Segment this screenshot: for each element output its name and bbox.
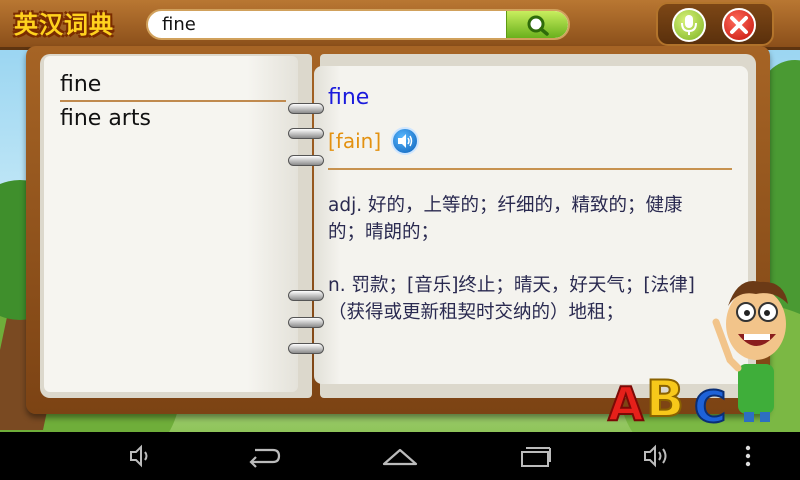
phonetic-text: [fain] [328,129,382,153]
volume-down-icon [130,444,148,468]
close-button[interactable] [722,8,756,42]
voice-search-button[interactable] [672,8,706,42]
app-screen: 英汉词典 fine fine fine arts fine [fain] adj… [0,0,800,432]
play-pronunciation-button[interactable] [391,127,420,155]
abc-letters: A B C [607,369,727,432]
search-button[interactable] [506,11,568,38]
volume-down-button[interactable] [126,442,156,470]
abc-letter-a: A [608,377,644,428]
search-box [146,9,570,40]
binder-rings [288,46,328,414]
definition-adjective: adj. 好的，上等的；纤细的，精致的；健康的；晴朗的； [328,195,683,243]
entry-divider [328,168,732,170]
word-list-page: fine fine arts [44,56,298,392]
back-icon [249,448,281,468]
overflow-menu-icon [745,445,751,467]
system-navigation-bar [0,432,800,480]
binder-ring [288,317,324,328]
home-button[interactable] [380,442,420,470]
word-list: fine fine arts [60,68,286,136]
entry-headword: fine [328,85,370,110]
speaker-icon [398,134,413,148]
dictionary-entry: fine [fain] adj. 好的，上等的；纤细的，精致的；健康的；晴朗的；… [328,80,738,326]
recent-apps-icon [521,447,551,467]
overflow-menu-button[interactable] [740,442,756,470]
app-title: 英汉词典 [14,11,114,39]
volume-up-icon [644,444,667,468]
top-actions-panel [656,2,774,46]
word-list-item[interactable]: fine [60,68,286,102]
abc-letter-c: C [694,382,726,428]
abc-letter-b: B [646,370,684,428]
binder-ring [288,103,324,114]
word-list-item[interactable]: fine arts [60,102,286,136]
search-icon [527,15,549,36]
home-icon [382,448,418,466]
dictionary-notebook: fine fine arts fine [fain] adj. 好的，上等的；纤… [26,46,770,414]
microphone-icon [681,15,697,35]
binder-ring [288,343,324,354]
abc-decoration: A B C [606,368,746,432]
back-button[interactable] [244,442,284,470]
recent-apps-button[interactable] [516,442,556,470]
search-input[interactable] [148,11,508,38]
close-icon [730,16,748,34]
definition-noun: n. 罚款；[音乐]终止；晴天，好天气；[法律]（获得或更新租契时交纳的）地租； [328,275,695,323]
top-bar: 英汉词典 [0,0,800,50]
binder-ring [288,290,324,301]
binder-ring [288,155,324,166]
binder-ring [288,128,324,139]
pronunciation-row: [fain] [328,124,738,158]
volume-up-button[interactable] [640,442,674,470]
